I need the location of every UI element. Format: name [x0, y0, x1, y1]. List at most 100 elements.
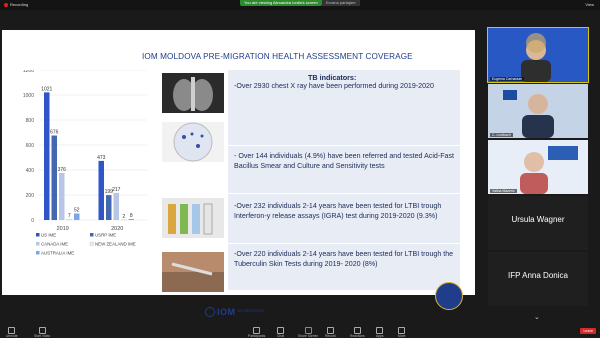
data-label: 7 [68, 213, 71, 219]
toolbar-label: More [398, 334, 406, 338]
participant-name: Valina Mazeric [490, 189, 517, 193]
divider [228, 145, 460, 146]
y-tick-label: 400 [26, 168, 35, 174]
skin-test-image [162, 252, 224, 292]
data-label: 8 [130, 213, 133, 219]
toolbar-label: Share Screen [298, 334, 319, 338]
slide-title: IOM MOLDOVA PRE-MIGRATION HEALTH ASSESSM… [142, 52, 413, 61]
window-top-bar: Recording You are viewing Alexandra Ioni… [0, 0, 600, 10]
participant-name: IFP Anna Donica [508, 271, 568, 280]
iom-logo: IOM UN MIGRATION [205, 307, 264, 317]
apps-icon [376, 327, 384, 334]
apps-button[interactable]: Apps [376, 327, 384, 338]
chat-button[interactable]: Chat [277, 327, 284, 338]
legend-swatch [36, 233, 40, 237]
data-label: 2 [122, 214, 125, 220]
igra-tubes-image [162, 198, 224, 238]
globe-icon [205, 307, 215, 317]
smear-culture-image [162, 122, 224, 162]
bar [98, 160, 104, 220]
more-button[interactable]: More [398, 327, 406, 338]
unmute-button[interactable]: Unmute [6, 327, 18, 338]
coverage-chart: 0 200 400 600 800 1000 1200 1021 676 376 7 52 2019 47… [2, 68, 152, 278]
reactions-button[interactable]: Reactions [350, 327, 365, 338]
microphone-icon [8, 327, 16, 334]
legend-label: US IME [41, 233, 56, 238]
toolbar-label: Participants [248, 334, 266, 338]
toolbar-label: Apps [376, 334, 384, 338]
participant-tile[interactable]: Eugenia Carhaidari [487, 27, 589, 83]
indicator-item: -Over 2930 chest X ray have been perform… [234, 82, 434, 90]
participants-button[interactable]: Participants [248, 327, 265, 338]
camera-icon [38, 327, 46, 334]
start-video-button[interactable]: Start Video [34, 327, 50, 338]
bar [66, 218, 73, 221]
legend-swatch [90, 233, 94, 237]
legend-label: USRP IME [95, 233, 116, 238]
record-dot-icon [4, 2, 8, 7]
legend-swatch [89, 241, 94, 246]
participant-tile[interactable]: Ursula Wagner [488, 196, 588, 250]
bar [51, 135, 57, 220]
toolbar-label: Reactions [350, 334, 365, 338]
x-tick-label: 2020 [111, 226, 123, 232]
chat-icon [277, 327, 284, 334]
participant-name: Eugenia Carhaidari [490, 77, 524, 81]
view-button[interactable]: View [585, 2, 594, 7]
toolbar-label: Chat [277, 334, 284, 338]
x-tick-label: 2019 [57, 226, 69, 232]
y-tick-label: 1200 [23, 70, 34, 74]
smile-icon [353, 327, 361, 334]
participant-name: Ursula Wagner [511, 215, 565, 224]
participant-tile[interactable]: Valina Mazeric [488, 140, 588, 194]
y-tick-label: 200 [26, 193, 35, 199]
chest-xray-image [162, 73, 224, 113]
bar [113, 192, 119, 220]
share-icon [304, 327, 312, 334]
data-label: 676 [50, 130, 59, 136]
logo-text: IOM [217, 307, 236, 317]
record-button[interactable]: Record [325, 327, 336, 338]
bar [128, 219, 134, 220]
viewing-banner: You are viewing Alexandra Ionita's scree… [240, 0, 322, 6]
legend-label: NEW ZEALAND IME [95, 242, 136, 247]
toolbar-label: Unmute [6, 334, 18, 338]
bar [106, 195, 112, 220]
bar-chart-svg: 0 200 400 600 800 1000 1200 1021 676 376 752 2019 47… [23, 68, 147, 256]
bar [44, 92, 50, 220]
leave-button[interactable]: Leave [580, 328, 596, 334]
y-tick-label: 800 [26, 118, 35, 124]
legend-swatch [36, 251, 40, 255]
recording-label: Recording [10, 2, 29, 7]
sharing-label[interactable]: Ecrana partajare [322, 0, 360, 6]
meeting-toolbar: Unmute Start Video Participants Chat Sha… [0, 326, 600, 338]
toolbar-label: Start Video [34, 334, 51, 338]
tb-indicators-panel: TB indicators: -Over 2930 chest X ray ha… [228, 70, 460, 290]
indicator-item: - Over 144 individuals (4.9%) have been … [234, 152, 455, 170]
data-label: 376 [58, 167, 67, 173]
people-icon [253, 327, 261, 334]
divider [228, 193, 460, 194]
divider [228, 243, 460, 244]
participant-tile[interactable]: C. Lindbach [488, 84, 588, 138]
share-screen-button[interactable]: Share Screen [298, 327, 318, 338]
legend-swatch [36, 242, 40, 246]
participant-tile[interactable]: IFP Anna Donica [488, 252, 588, 306]
data-label: 52 [74, 208, 80, 214]
participant-name: C. Lindbach [490, 133, 513, 137]
bar [74, 213, 80, 220]
chevron-down-icon[interactable]: ⌄ [534, 313, 540, 321]
y-tick-label: 600 [26, 143, 35, 149]
recording-indicator: Recording [4, 2, 28, 7]
bar [59, 173, 65, 220]
logo-subtext: UN MIGRATION [237, 309, 264, 314]
y-tick-label: 1000 [23, 93, 34, 99]
lungs-emblem-icon [435, 282, 463, 310]
toolbar-label: Record [325, 334, 336, 338]
indicator-item: -Over 220 individuals 2-14 years have be… [234, 250, 454, 268]
record-icon [326, 327, 334, 334]
y-tick-label: 0 [31, 218, 34, 224]
indicator-item: -Over 232 individuals 2-14 years have be… [234, 202, 442, 220]
indicators-heading: TB indicators: [308, 73, 357, 82]
shared-slide: IOM MOLDOVA PRE-MIGRATION HEALTH ASSESSM… [2, 30, 475, 317]
